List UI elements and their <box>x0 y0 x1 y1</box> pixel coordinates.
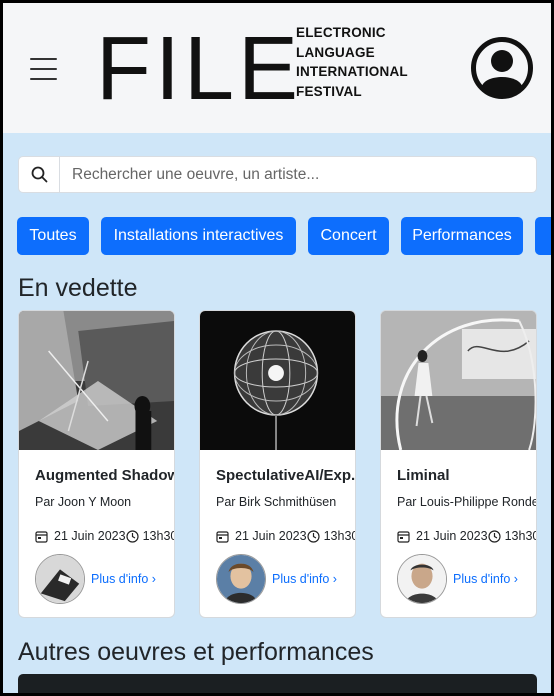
festival-line: LANGUAGE <box>296 44 375 60</box>
featured-card[interactable]: Liminal Par Louis-Philippe Rondeau 21 Ju… <box>380 310 537 618</box>
more-info-link[interactable]: Plus d'info › <box>453 572 518 586</box>
clock-icon <box>487 529 501 543</box>
card-author: Par Louis-Philippe Rondeau <box>397 495 536 509</box>
artist-avatar <box>216 554 266 604</box>
clock-icon <box>306 529 320 543</box>
others-title: Autres oeuvres et performances <box>18 638 374 666</box>
search-input[interactable] <box>60 157 536 192</box>
site-logo[interactable]: FILE <box>96 13 302 125</box>
card-title: Augmented Shadow <box>35 467 175 484</box>
filter-chip-toutes[interactable]: Toutes <box>17 217 89 255</box>
festival-name: ELECTRONIC LANGUAGE INTERNATIONAL FESTIV… <box>296 23 408 102</box>
filter-chip-concert[interactable]: Concert <box>308 217 389 255</box>
calendar-icon <box>397 530 410 543</box>
card-author: Par Birk Schmithüsen <box>216 495 337 509</box>
search-bar <box>18 156 537 193</box>
card-date: 21 Juin 2023 <box>235 529 307 543</box>
calendar-icon <box>216 530 229 543</box>
card-schedule: 21 Juin 2023 13h30 <box>216 529 356 543</box>
card-title: Liminal <box>397 467 450 484</box>
card-date: 21 Juin 2023 <box>416 529 488 543</box>
more-info-link[interactable]: Plus d'info › <box>91 572 156 586</box>
site-header: FILE ELECTRONIC LANGUAGE INTERNATIONAL F… <box>3 3 551 133</box>
featured-card[interactable]: Augmented Shadow Par Joon Y Moon 21 Juin… <box>18 310 175 618</box>
filter-chip-performances[interactable]: Performances <box>401 217 523 255</box>
more-info-label: Plus d'info <box>453 572 511 586</box>
account-icon[interactable] <box>470 36 534 100</box>
card-time: 13h30 <box>323 529 356 543</box>
artist-avatar <box>397 554 447 604</box>
calendar-icon <box>35 530 48 543</box>
card-schedule: 21 Juin 2023 13h30 <box>35 529 175 543</box>
artist-avatar <box>35 554 85 604</box>
filter-chip-overflow[interactable] <box>535 217 551 255</box>
artwork-image <box>19 311 174 450</box>
featured-title: En vedette <box>18 274 138 302</box>
artwork-preview[interactable] <box>18 674 537 693</box>
card-time: 13h30 <box>504 529 537 543</box>
more-info-label: Plus d'info <box>272 572 330 586</box>
filter-chip-installations[interactable]: Installations interactives <box>101 217 296 255</box>
card-time: 13h30 <box>142 529 175 543</box>
featured-card[interactable]: SpectulativeAI/Exp.#1 Par Birk Schmithüs… <box>199 310 356 618</box>
festival-line: INTERNATIONAL <box>296 64 408 80</box>
card-title: SpectulativeAI/Exp.#1 <box>216 467 356 484</box>
more-info-label: Plus d'info <box>91 572 149 586</box>
search-icon[interactable] <box>19 157 60 192</box>
clock-icon <box>125 529 139 543</box>
app-frame: FILE ELECTRONIC LANGUAGE INTERNATIONAL F… <box>3 3 551 693</box>
card-author: Par Joon Y Moon <box>35 495 132 509</box>
festival-line: ELECTRONIC <box>296 25 386 40</box>
card-schedule: 21 Juin 2023 13h30 <box>397 529 537 543</box>
artwork-image <box>200 311 355 450</box>
menu-icon[interactable] <box>30 58 57 80</box>
festival-line: FESTIVAL <box>296 84 362 100</box>
more-info-link[interactable]: Plus d'info › <box>272 572 337 586</box>
card-date: 21 Juin 2023 <box>54 529 126 543</box>
artwork-image <box>381 311 536 450</box>
